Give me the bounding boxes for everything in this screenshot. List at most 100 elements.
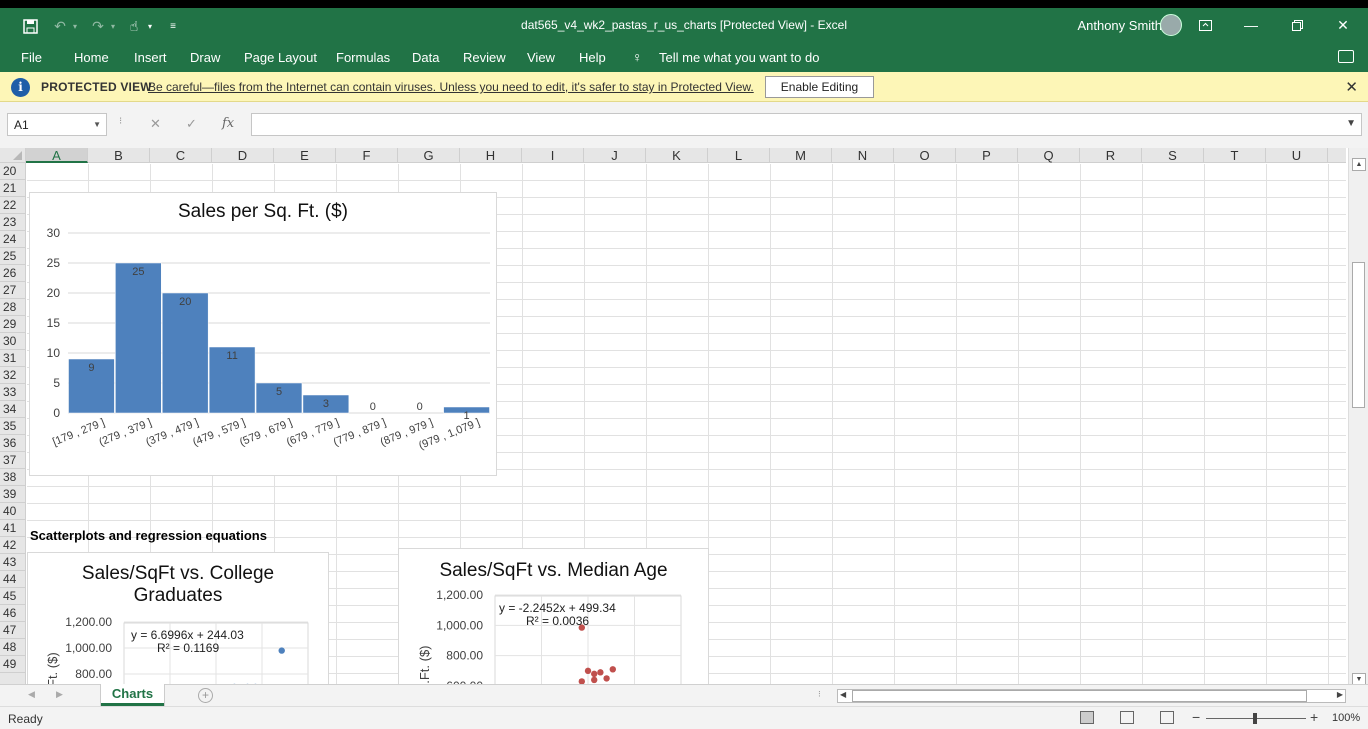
prev-sheet-icon[interactable]: ◀ [28, 689, 35, 700]
row-header-32[interactable]: 32 [0, 367, 25, 384]
column-header-m[interactable]: M [770, 148, 832, 163]
protected-view-message-link[interactable]: Be careful—files from the Internet can c… [148, 80, 754, 94]
tab-file[interactable]: File [21, 50, 42, 65]
name-box[interactable]: A1 ▼ [7, 113, 107, 136]
row-header-31[interactable]: 31 [0, 350, 25, 367]
row-header-41[interactable]: 41 [0, 520, 25, 537]
column-header-a[interactable]: A [26, 148, 88, 163]
column-header-i[interactable]: I [522, 148, 584, 163]
column-header-e[interactable]: E [274, 148, 336, 163]
row-header-29[interactable]: 29 [0, 316, 25, 333]
formula-input[interactable]: ▼ [251, 113, 1362, 136]
column-header-d[interactable]: D [212, 148, 274, 163]
comments-icon[interactable] [1338, 50, 1354, 63]
tab-home[interactable]: Home [74, 50, 109, 65]
row-header-48[interactable]: 48 [0, 639, 25, 656]
row-header-21[interactable]: 21 [0, 180, 25, 197]
select-all-corner[interactable] [0, 148, 26, 163]
cell-area[interactable]: Scatterplots and regression equations Sa… [27, 164, 1346, 684]
column-header-s[interactable]: S [1142, 148, 1204, 163]
row-header-36[interactable]: 36 [0, 435, 25, 452]
zoom-level[interactable]: 100% [1332, 712, 1360, 724]
column-header-r[interactable]: R [1080, 148, 1142, 163]
page-layout-view-icon[interactable] [1120, 711, 1134, 724]
column-header-c[interactable]: C [150, 148, 212, 163]
tab-help[interactable]: Help [579, 50, 606, 65]
enable-editing-button[interactable]: Enable Editing [765, 76, 874, 98]
horizontal-scroll-thumb[interactable] [852, 690, 1307, 702]
page-break-view-icon[interactable] [1160, 711, 1174, 724]
minimize-icon[interactable]: — [1228, 12, 1274, 38]
sheet-tab-charts[interactable]: Charts [101, 684, 164, 706]
ribbon-display-options-icon[interactable] [1182, 12, 1228, 38]
row-header-49[interactable]: 49 [0, 656, 25, 673]
row-header-24[interactable]: 24 [0, 231, 25, 248]
scroll-right-icon[interactable]: ▶ [1337, 690, 1343, 699]
vertical-scrollbar[interactable]: ▲ ▼ [1348, 148, 1368, 686]
row-header-33[interactable]: 33 [0, 384, 25, 401]
scroll-up-icon[interactable]: ▲ [1352, 158, 1366, 171]
row-header-37[interactable]: 37 [0, 452, 25, 469]
row-header-34[interactable]: 34 [0, 401, 25, 418]
add-sheet-icon[interactable]: + [198, 688, 213, 703]
column-header-l[interactable]: L [708, 148, 770, 163]
user-name[interactable]: Anthony Smith [1077, 18, 1162, 33]
tab-formulas[interactable]: Formulas [336, 50, 390, 65]
row-header-28[interactable]: 28 [0, 299, 25, 316]
column-header-p[interactable]: P [956, 148, 1018, 163]
tab-draw[interactable]: Draw [190, 50, 220, 65]
row-header-23[interactable]: 23 [0, 214, 25, 231]
tab-split-handle-icon[interactable]: ⁝ [818, 689, 821, 700]
column-header-b[interactable]: B [88, 148, 150, 163]
row-header-25[interactable]: 25 [0, 248, 25, 265]
tab-review[interactable]: Review [463, 50, 506, 65]
zoom-in-icon[interactable]: + [1310, 709, 1318, 725]
row-header-27[interactable]: 27 [0, 282, 25, 299]
row-header-47[interactable]: 47 [0, 622, 25, 639]
column-header-h[interactable]: H [460, 148, 522, 163]
restore-icon[interactable] [1274, 12, 1320, 38]
column-header-k[interactable]: K [646, 148, 708, 163]
row-header-30[interactable]: 30 [0, 333, 25, 350]
enter-icon[interactable]: ✓ [186, 116, 197, 132]
column-header-j[interactable]: J [584, 148, 646, 163]
chevron-down-icon[interactable]: ▼ [93, 120, 101, 129]
insert-function-icon[interactable]: fx [222, 116, 234, 131]
vertical-scroll-thumb[interactable] [1352, 262, 1365, 408]
next-sheet-icon[interactable]: ▶ [56, 689, 63, 700]
tab-view[interactable]: View [527, 50, 555, 65]
column-header-g[interactable]: G [398, 148, 460, 163]
row-header-42[interactable]: 42 [0, 537, 25, 554]
user-avatar[interactable] [1160, 14, 1182, 36]
column-header-t[interactable]: T [1204, 148, 1266, 163]
tell-me-search[interactable]: Tell me what you want to do [659, 50, 819, 65]
column-header-o[interactable]: O [894, 148, 956, 163]
sales-histogram-chart[interactable]: Sales per Sq. Ft. ($) 0 5 10 15 20 25 30 9 [179 … [29, 192, 497, 476]
tab-insert[interactable]: Insert [134, 50, 167, 65]
tab-data[interactable]: Data [412, 50, 439, 65]
row-header-46[interactable]: 46 [0, 605, 25, 622]
scatter-college-chart[interactable]: Sales/SqFt vs. College Graduates 800.00 1… [27, 552, 329, 684]
horizontal-scrollbar[interactable]: ◀ ▶ [837, 689, 1346, 703]
row-header-44[interactable]: 44 [0, 571, 25, 588]
scroll-left-icon[interactable]: ◀ [840, 690, 846, 699]
row-header-20[interactable]: 20 [0, 163, 25, 180]
row-header-22[interactable]: 22 [0, 197, 25, 214]
close-protected-bar-icon[interactable]: ✕ [1345, 78, 1358, 96]
column-header-q[interactable]: Q [1018, 148, 1080, 163]
row-header-40[interactable]: 40 [0, 503, 25, 520]
normal-view-icon[interactable] [1080, 711, 1094, 724]
row-header-43[interactable]: 43 [0, 554, 25, 571]
cancel-icon[interactable]: ✕ [150, 116, 161, 132]
row-header-39[interactable]: 39 [0, 486, 25, 503]
section-heading[interactable]: Scatterplots and regression equations [30, 528, 267, 543]
scatter-age-chart[interactable]: Sales/SqFt vs. Median Age 600.00800.001,… [398, 548, 709, 684]
zoom-slider-thumb[interactable] [1253, 713, 1257, 724]
row-header-38[interactable]: 38 [0, 469, 25, 486]
row-header-35[interactable]: 35 [0, 418, 25, 435]
tab-page-layout[interactable]: Page Layout [244, 50, 317, 65]
close-icon[interactable]: ✕ [1320, 12, 1366, 38]
column-header-u[interactable]: U [1266, 148, 1328, 163]
column-header-f[interactable]: F [336, 148, 398, 163]
row-header-45[interactable]: 45 [0, 588, 25, 605]
